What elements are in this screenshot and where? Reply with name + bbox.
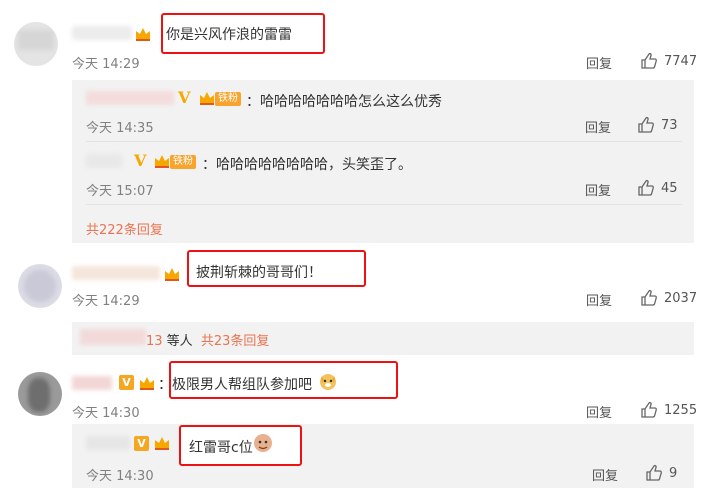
like-count: 9: [669, 465, 678, 481]
crown-icon: [136, 28, 150, 41]
thumbs-up-icon: [641, 52, 657, 69]
v-verified-icon: V: [134, 436, 149, 451]
username-blurred[interactable]: [72, 266, 160, 280]
fan-badge: 铁粉: [170, 155, 196, 169]
reply-button[interactable]: 回复: [586, 290, 612, 309]
like-button[interactable]: 45: [637, 179, 678, 197]
replier-suffix: 等人: [162, 334, 193, 349]
like-button[interactable]: 9: [645, 464, 677, 482]
more-replies-link[interactable]: 共222条回复: [86, 219, 163, 238]
like-count: 1255: [664, 402, 698, 418]
reply-button[interactable]: 回复: [585, 117, 611, 136]
like-button[interactable]: 73: [637, 116, 678, 134]
crown-icon: [140, 377, 154, 390]
fan-badge: 铁粉: [215, 92, 241, 106]
v-verified-icon: V: [119, 375, 134, 390]
replier-count: 13: [146, 334, 163, 349]
v-verified-icon: V: [134, 151, 147, 170]
replier-avatars-blurred: [80, 329, 146, 345]
comment-text: 披荆斩棘的哥哥们！: [196, 265, 322, 281]
thumbs-up-icon: [638, 116, 654, 133]
username-blurred[interactable]: [86, 91, 174, 105]
comment-time: 今天 14:29: [72, 57, 140, 72]
avatar[interactable]: [18, 372, 62, 416]
reply-button[interactable]: 回复: [592, 465, 618, 484]
divider: [86, 204, 682, 205]
reply-button[interactable]: 回复: [585, 180, 611, 199]
reply-time: 今天 15:07: [86, 184, 154, 199]
like-button[interactable]: 1255: [640, 401, 697, 419]
crown-icon: [155, 155, 169, 168]
username-blurred[interactable]: [72, 376, 112, 390]
reply-summary: 13 等人 共23条回复: [146, 330, 269, 349]
thumbs-up-icon: [641, 401, 657, 418]
avatar[interactable]: [14, 22, 58, 66]
username-blurred[interactable]: [72, 26, 132, 40]
reply-text: ：哈哈哈哈哈哈哈怎么这么优秀: [246, 94, 442, 110]
v-verified-icon: V: [178, 88, 191, 107]
username-blurred[interactable]: [86, 436, 130, 450]
crown-icon: [200, 92, 214, 105]
crown-icon: [165, 268, 179, 281]
reply-button[interactable]: 回复: [586, 402, 612, 421]
reply-text: ：哈哈哈哈哈哈哈哈，头笑歪了。: [202, 157, 412, 173]
reply-time: 今天 14:30: [86, 469, 154, 484]
avatar[interactable]: [18, 264, 62, 308]
reply-button[interactable]: 回复: [586, 53, 612, 72]
comment-time: 今天 14:29: [72, 294, 140, 309]
like-count: 73: [661, 117, 678, 133]
username-blurred[interactable]: [86, 154, 122, 168]
face-emoji-icon: [254, 434, 272, 452]
like-count: 2037: [664, 290, 698, 306]
reply-text: 红雷哥c位: [189, 440, 253, 456]
divider: [86, 141, 682, 142]
comment-text: 你是兴风作浪的雷雷: [166, 27, 292, 43]
dog-emoji-icon: [320, 374, 336, 390]
thumbs-up-icon: [641, 289, 657, 306]
like-count: 45: [661, 180, 678, 196]
reply-time: 今天 14:35: [86, 121, 154, 136]
like-button[interactable]: 2037: [640, 289, 697, 307]
like-count: 7747: [664, 53, 698, 69]
comment-text: ：极限男人帮组队参加吧: [158, 377, 312, 393]
crown-icon: [155, 437, 169, 450]
comment-time: 今天 14:30: [72, 406, 140, 421]
like-button[interactable]: 7747: [640, 52, 697, 70]
thumbs-up-icon: [638, 179, 654, 196]
more-replies-link[interactable]: 共23条回复: [201, 334, 270, 349]
thumbs-up-icon: [646, 464, 662, 481]
